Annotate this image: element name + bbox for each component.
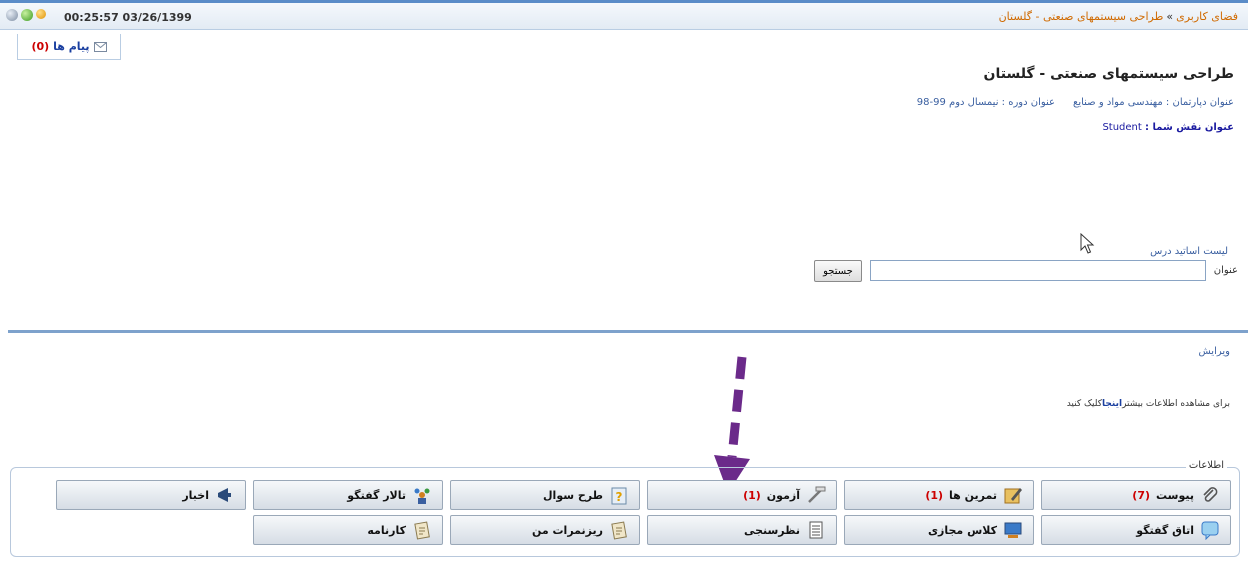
department: عنوان دپارتمان : مهندسی مواد و صنایع (1073, 97, 1234, 108)
messages-count: (0) (31, 40, 50, 53)
svg-text:?: ? (616, 490, 623, 504)
button-label: اتاق گفتگو (1136, 523, 1194, 537)
button-label: آزمون (766, 488, 800, 502)
button-label: تالار گفتگو (347, 488, 406, 502)
chat-room-icon (1201, 521, 1219, 540)
messages-label: پیام ها (53, 40, 90, 53)
forum-button[interactable]: تالار گفتگو (253, 480, 443, 510)
breadcrumb-root[interactable]: فضای کاربری (1176, 10, 1238, 23)
chat-room-button[interactable]: اتاق گفتگو (1041, 515, 1231, 545)
button-label: پیوست (1156, 488, 1194, 502)
button-count: (1) (925, 488, 944, 502)
button-label: کلاس مجازی (927, 523, 997, 537)
button-label: ریزنمرات من (531, 523, 603, 537)
help-icon[interactable] (6, 9, 18, 21)
question-clipboard-icon: ? (611, 487, 627, 505)
search-button[interactable]: جستجو (814, 260, 862, 282)
top-bar: فضای کاربری»طراحی سیستمهای صنعتی - گلستا… (0, 0, 1248, 30)
more-info-text: برای مشاهده اطلاعات بیشتر (1122, 399, 1230, 409)
section-divider (8, 330, 1248, 333)
attachments-button[interactable]: پیوست (7) (1041, 480, 1231, 510)
term: عنوان دوره : نیمسال دوم 99-98 (916, 97, 1056, 108)
exams-button[interactable]: آزمون (1) (647, 480, 837, 510)
report-card-icon (414, 521, 430, 540)
mouse-cursor-icon (1080, 233, 1095, 254)
messages-tab[interactable]: پیام ها (0) (17, 34, 121, 60)
edit-link[interactable]: ویرایش (1199, 346, 1230, 357)
teachers-list-link[interactable]: لیست اساتید درس (1150, 246, 1228, 257)
role-label: عنوان نقش شما : (1145, 122, 1234, 133)
envelope-icon (93, 41, 107, 52)
more-info-tail: کلیک کنید (1066, 399, 1103, 409)
info-legend: اطلاعات (1185, 460, 1227, 471)
question-design-button[interactable]: ? طرح سوال (450, 480, 640, 510)
more-info: برای مشاهده اطلاعات بیشتراینجاکلیک کنید (1067, 399, 1230, 409)
course-meta: عنوان دپارتمان : مهندسی مواد و صنایع عنوا… (917, 97, 1234, 108)
my-grades-button[interactable]: ریزنمرات من (450, 515, 640, 545)
button-label: طرح سوال (543, 488, 603, 502)
page-title: طراحی سیستمهای صنعتی - گلستان (983, 66, 1234, 82)
top-bar-icons (6, 9, 46, 21)
news-button[interactable]: اخبار (56, 480, 246, 510)
role: عنوان نقش شما : Student (1102, 122, 1234, 133)
more-info-link[interactable]: اینجا (1102, 399, 1122, 409)
button-count: (7) (1132, 488, 1151, 502)
button-label: نظرسنجی (743, 523, 800, 537)
role-value: Student (1102, 122, 1142, 133)
button-label: اخبار (182, 488, 209, 502)
assignments-button[interactable]: تمرین ها (1) (844, 480, 1034, 510)
button-label: کارنامه (367, 523, 406, 537)
breadcrumb-separator: » (1166, 10, 1174, 23)
megaphone-icon (218, 488, 231, 502)
button-label: تمرین ها (949, 488, 997, 502)
survey-icon (809, 521, 823, 539)
virtual-class-icon (1004, 522, 1022, 538)
teacher-search: عنوان جستجو (808, 259, 1238, 285)
search-label: عنوان (1213, 265, 1238, 276)
report-card-button[interactable]: کارنامه (253, 515, 443, 545)
refresh-icon[interactable] (21, 9, 33, 21)
ruler-pencil-icon (808, 486, 826, 503)
button-count: (1) (743, 488, 761, 502)
date-time: 00:25:57 03/26/1399 (64, 11, 192, 24)
breadcrumb: فضای کاربری»طراحی سیستمهای صنعتی - گلستا… (999, 10, 1238, 23)
pencil-icon (1004, 488, 1022, 504)
sun-icon[interactable] (36, 9, 46, 19)
breadcrumb-current[interactable]: طراحی سیستمهای صنعتی - گلستان (999, 10, 1164, 23)
survey-button[interactable]: نظرسنجی (647, 515, 837, 545)
grades-icon (611, 521, 627, 540)
search-input[interactable] (870, 260, 1206, 281)
info-panel: اطلاعات پیوست (7) تمرین ها (1) آزمون (1)… (10, 460, 1240, 557)
people-icon (414, 488, 430, 504)
paperclip-icon (1203, 487, 1218, 502)
virtual-class-button[interactable]: کلاس مجازی (844, 515, 1034, 545)
